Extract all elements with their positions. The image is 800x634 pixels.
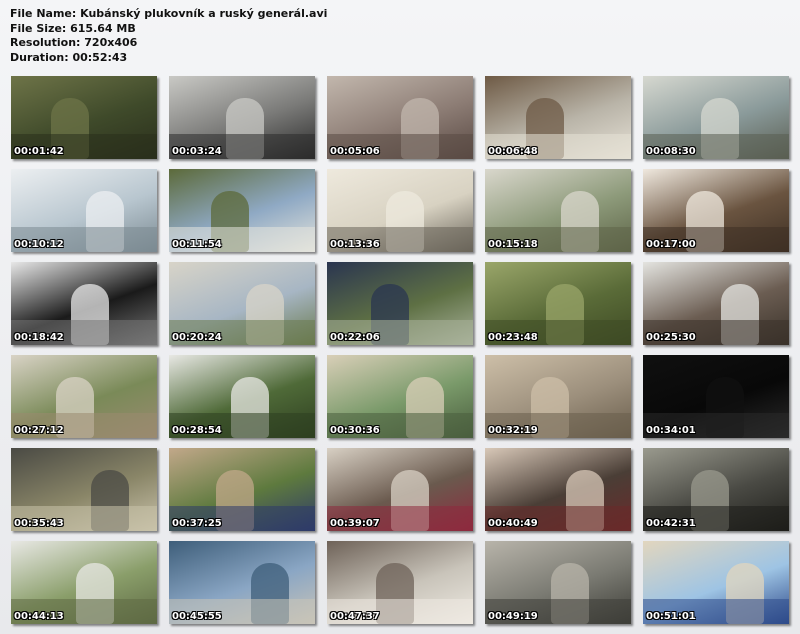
timestamp-label: 00:20:24 [172, 332, 222, 343]
timestamp-label: 00:23:48 [488, 332, 538, 343]
thumbnail-man-road[interactable]: 00:22:06 [327, 262, 473, 345]
timestamp-label: 00:17:00 [646, 239, 696, 250]
timestamp-label: 00:47:37 [330, 611, 380, 622]
timestamp-label: 00:32:19 [488, 425, 538, 436]
thumbnail-tall-grass[interactable]: 00:23:48 [485, 262, 631, 345]
timestamp-label: 00:44:13 [14, 611, 64, 622]
thumbnail-two-men-coast[interactable]: 00:44:13 [11, 541, 157, 624]
thumbnail-man-talking-bush[interactable]: 00:28:54 [169, 355, 315, 438]
thumbnail-tractor-man[interactable]: 00:35:43 [11, 448, 157, 531]
thumbnail-havana-coast[interactable]: 00:45:55 [169, 541, 315, 624]
timestamp-label: 00:30:36 [330, 425, 380, 436]
timestamp-label: 00:39:07 [330, 518, 380, 529]
timestamp-label: 00:25:30 [646, 332, 696, 343]
thumbnail-map-cuba[interactable]: 00:13:36 [327, 169, 473, 252]
timestamp-label: 00:22:06 [330, 332, 380, 343]
timestamp-label: 00:01:42 [14, 146, 64, 157]
thumbnail-forest-ruins[interactable]: 00:01:42 [11, 76, 157, 159]
thumbnail-beach-men[interactable]: 00:51:01 [643, 541, 789, 624]
timestamp-label: 00:13:36 [330, 239, 380, 250]
timestamp-label: 00:28:54 [172, 425, 222, 436]
timestamp-label: 00:45:55 [172, 611, 222, 622]
thumbnail-two-men-field[interactable]: 00:15:18 [485, 169, 631, 252]
timestamp-label: 00:35:43 [14, 518, 64, 529]
thumbnail-missile-display[interactable]: 00:11:54 [169, 169, 315, 252]
thumbnail-bw-machinery[interactable]: 00:42:31 [643, 448, 789, 531]
timestamp-label: 00:49:19 [488, 611, 538, 622]
thumbnail-tall-building[interactable]: 00:05:06 [327, 76, 473, 159]
thumbnail-concrete-ruin[interactable]: 00:32:19 [485, 355, 631, 438]
thumbnail-black-frame[interactable]: 00:34:01 [643, 355, 789, 438]
timestamp-label: 00:27:12 [14, 425, 64, 436]
timestamp-label: 00:51:01 [646, 611, 696, 622]
thumbnail-hands-coffee[interactable]: 00:06:48 [485, 76, 631, 159]
timestamp-label: 00:08:30 [646, 146, 696, 157]
timestamp-label: 00:37:25 [172, 518, 222, 529]
timestamp-label: 00:11:54 [172, 239, 222, 250]
thumbnail-bw-ship[interactable]: 00:18:42 [11, 262, 157, 345]
thumbnail-house-man[interactable]: 00:27:12 [11, 355, 157, 438]
timestamp-label: 00:42:31 [646, 518, 696, 529]
thumbnail-two-men-hills[interactable]: 00:30:36 [327, 355, 473, 438]
timestamp-label: 00:05:06 [330, 146, 380, 157]
thumbnail-street-people[interactable]: 00:08:30 [643, 76, 789, 159]
thumbnail-grid: 00:01:42 00:03:24 00:05:06 00:06:48 00:08:30… [0, 0, 800, 634]
timestamp-label: 00:18:42 [14, 332, 64, 343]
timestamp-label: 00:06:48 [488, 146, 538, 157]
thumbnail-man-interior[interactable]: 00:17:00 [643, 169, 789, 252]
thumbnail-building-path[interactable]: 00:20:24 [169, 262, 315, 345]
thumbnail-old-man-hat[interactable]: 00:37:25 [169, 448, 315, 531]
thumbnail-driver-white-car[interactable]: 00:47:37 [327, 541, 473, 624]
timestamp-label: 00:15:18 [488, 239, 538, 250]
thumbnail-capitol-bw[interactable]: 00:03:24 [169, 76, 315, 159]
thumbnail-old-woman[interactable]: 00:40:49 [485, 448, 631, 531]
thumbnail-couple-interior[interactable]: 00:39:07 [327, 448, 473, 531]
timestamp-label: 00:10:12 [14, 239, 64, 250]
timestamp-label: 00:34:01 [646, 425, 696, 436]
timestamp-label: 00:03:24 [172, 146, 222, 157]
timestamp-label: 00:40:49 [488, 518, 538, 529]
thumbnail-car-interior[interactable]: 00:49:19 [485, 541, 631, 624]
thumbnail-hat-man-shed[interactable]: 00:25:30 [643, 262, 789, 345]
thumbnail-man-in-car[interactable]: 00:10:12 [11, 169, 157, 252]
